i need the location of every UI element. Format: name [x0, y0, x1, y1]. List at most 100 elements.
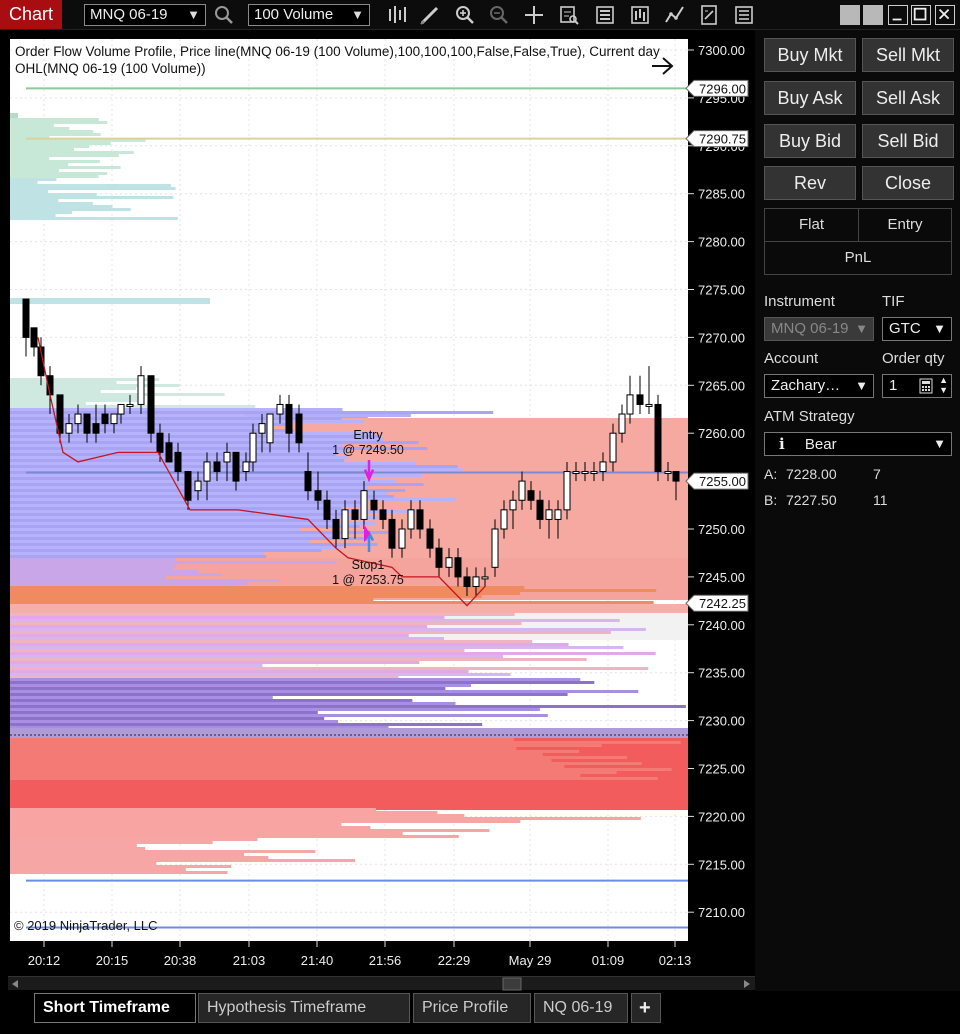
- profile-bar: [10, 193, 97, 196]
- profile-bar: [10, 525, 360, 528]
- profile-bar: [10, 723, 483, 726]
- candle-body: [285, 403, 293, 434]
- atm-strategy-dropdown[interactable]: i Bear ▼: [764, 432, 952, 456]
- price-tick-label: 7285.00: [698, 187, 745, 202]
- profile-bar: [10, 640, 533, 643]
- tab-price-profile[interactable]: Price Profile: [413, 993, 531, 1023]
- reverse-button[interactable]: Rev: [764, 166, 856, 200]
- profile-bar: [10, 172, 108, 175]
- close-icon[interactable]: [935, 5, 955, 25]
- instrument-dropdown-value: MNQ 06-19: [771, 320, 849, 337]
- calculator-icon[interactable]: [919, 378, 933, 401]
- buy-market-button[interactable]: Buy Mkt: [764, 38, 856, 72]
- price-tick-label: 7280.00: [698, 235, 745, 250]
- price-tick-label: 7300.00: [698, 43, 745, 58]
- instrument-selector[interactable]: MNQ 06-19 ▼: [84, 4, 206, 26]
- sell-bid-button[interactable]: Sell Bid: [862, 124, 954, 158]
- profile-bar: [10, 462, 416, 465]
- profile-bar: [10, 589, 657, 592]
- account-dropdown[interactable]: Zachary… ▼: [764, 374, 874, 398]
- profile-bar: [10, 498, 456, 501]
- profile-bar: [10, 808, 377, 811]
- profile-bar: [10, 598, 374, 601]
- tif-label: TIF: [882, 293, 905, 310]
- profile-bar: [10, 865, 232, 868]
- profile-bar: [10, 181, 38, 184]
- candle-body: [304, 471, 312, 492]
- maximize-icon[interactable]: [911, 5, 931, 25]
- tab-short-timeframe[interactable]: Short Timeframe: [34, 993, 196, 1023]
- profile-bar: [10, 838, 258, 841]
- indicators-icon[interactable]: [628, 3, 652, 27]
- instrument-dropdown[interactable]: MNQ 06-19 ▼: [764, 317, 874, 341]
- buy-ask-button[interactable]: Buy Ask: [764, 81, 856, 115]
- profile-bar: [10, 576, 166, 579]
- indicator-legend: Order Flow Volume Profile, Price line(MN…: [15, 43, 665, 77]
- profile-bar: [10, 795, 688, 798]
- candle-body: [388, 518, 396, 549]
- candle-body: [572, 471, 580, 475]
- tab-nq-06-19[interactable]: NQ 06-19: [534, 993, 628, 1023]
- profile-bar: [10, 823, 342, 826]
- price-chart[interactable]: 7300.007295.007290.007285.007280.007275.…: [8, 38, 755, 976]
- candle-body: [184, 471, 192, 501]
- candle-body: [518, 480, 526, 501]
- add-tab-button[interactable]: +: [631, 993, 661, 1023]
- zoom-out-icon[interactable]: [487, 3, 511, 27]
- window-option-button[interactable]: [863, 5, 883, 25]
- candle-body: [563, 471, 571, 511]
- profile-bar: [10, 667, 649, 670]
- stepper-arrows-icon[interactable]: ▲ ▼: [939, 375, 948, 395]
- profile-bar: [10, 684, 471, 687]
- profile-bar: [10, 519, 334, 522]
- time-tick-label: 20:38: [164, 953, 197, 968]
- horizontal-scrollbar[interactable]: [8, 976, 755, 991]
- sell-market-button[interactable]: Sell Mkt: [862, 38, 954, 72]
- list-icon[interactable]: [732, 3, 756, 27]
- profile-bar: [10, 696, 273, 699]
- profile-bar: [10, 637, 444, 640]
- profile-bar: [10, 731, 688, 734]
- profile-bar: [10, 862, 157, 865]
- minimize-icon[interactable]: [888, 5, 908, 25]
- zoom-in-icon[interactable]: [453, 3, 477, 27]
- profile-bar: [10, 190, 49, 193]
- profile-bar: [10, 567, 174, 570]
- properties-icon[interactable]: [593, 3, 617, 27]
- candle-body: [194, 480, 202, 492]
- strategies-icon[interactable]: [663, 3, 687, 27]
- profile-bar: [10, 184, 171, 187]
- interval-selector[interactable]: 100 Volume ▼: [248, 4, 370, 26]
- candle-body: [554, 509, 562, 520]
- profile-bar: [10, 492, 388, 495]
- price-tick-label: 7275.00: [698, 283, 745, 298]
- data-box-icon[interactable]: [557, 3, 581, 27]
- sell-ask-button[interactable]: Sell Ask: [862, 81, 954, 115]
- price-tick-label: 7235.00: [698, 666, 745, 681]
- drawing-tool-icon[interactable]: [418, 3, 442, 27]
- search-icon[interactable]: [212, 3, 236, 27]
- candle-body: [672, 471, 680, 482]
- profile-bar: [10, 513, 343, 516]
- bar-type-icon[interactable]: [385, 3, 409, 27]
- close-position-button[interactable]: Close: [862, 166, 954, 200]
- profile-bar: [10, 705, 686, 708]
- profile-bar: [10, 127, 70, 130]
- templates-icon[interactable]: [697, 3, 721, 27]
- buy-bid-button[interactable]: Buy Bid: [764, 124, 856, 158]
- candle-body: [126, 403, 134, 407]
- crosshair-icon[interactable]: [522, 3, 546, 27]
- tab-hypothesis-timeframe[interactable]: Hypothesis Timeframe: [198, 993, 410, 1023]
- tif-dropdown[interactable]: GTC ▼: [882, 317, 952, 341]
- time-tick-label: 01:09: [592, 953, 625, 968]
- price-tick-label: 7220.00: [698, 809, 745, 824]
- profile-bar: [10, 859, 356, 862]
- candle-body: [83, 413, 91, 434]
- window-option-button[interactable]: [840, 5, 860, 25]
- profile-bar: [10, 549, 322, 552]
- order-qty-stepper[interactable]: 1 ▲ ▼: [882, 374, 952, 398]
- profile-bar: [10, 720, 339, 723]
- profile-bar: [10, 661, 420, 664]
- profile-bar: [10, 780, 688, 783]
- profile-bar: [10, 163, 69, 166]
